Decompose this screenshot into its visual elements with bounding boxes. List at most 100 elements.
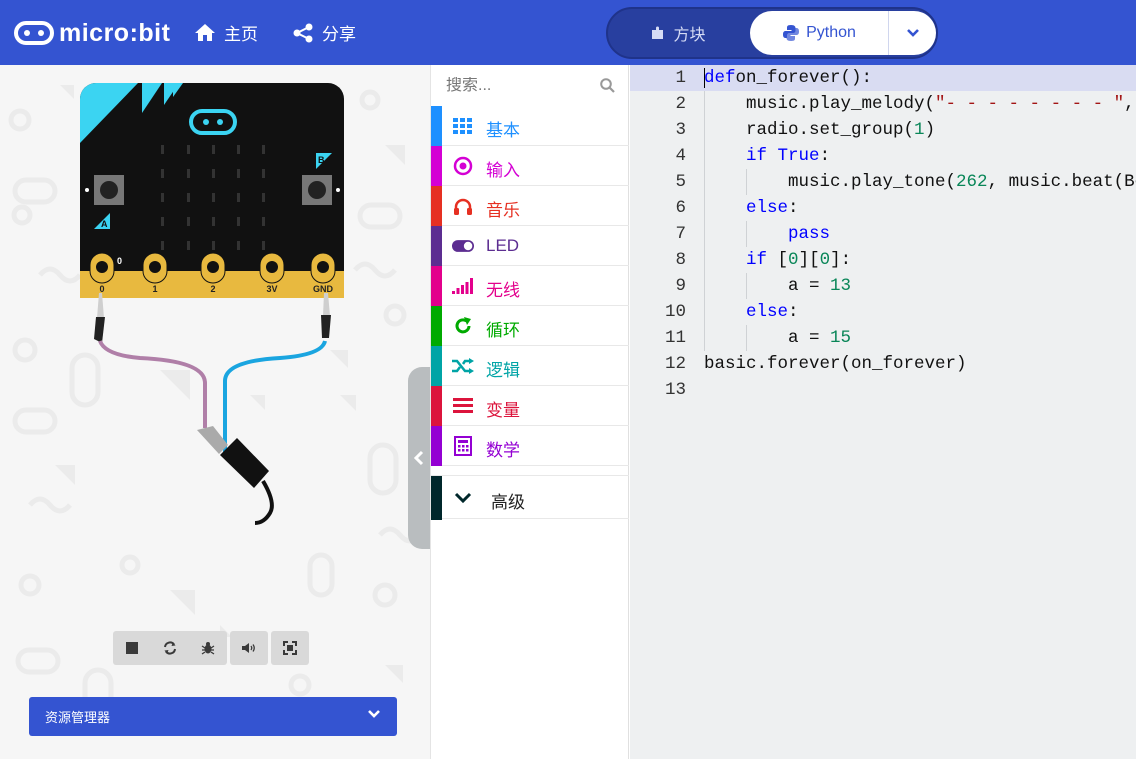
svg-text:0: 0 — [117, 256, 122, 266]
code-line[interactable]: 6 else: — [630, 195, 1136, 221]
code-text: a = 13 — [788, 276, 852, 296]
code-line[interactable]: 8 if [0][0]: — [630, 247, 1136, 273]
category-advanced[interactable]: 高级 — [431, 475, 629, 520]
code-line[interactable]: 12 basic.forever(on_forever) — [630, 351, 1136, 377]
category-color-bar — [431, 106, 442, 146]
code-line[interactable]: 9 a = 13 — [630, 273, 1136, 299]
code-text: else: — [746, 302, 799, 322]
calculator-icon — [452, 435, 474, 457]
category-color-bar — [431, 386, 442, 426]
mute-button[interactable] — [230, 631, 268, 665]
microbit-board: A B 0 1 2 3V GND 0 — [80, 83, 344, 525]
headphones-icon — [452, 195, 474, 217]
stop-button[interactable] — [113, 631, 151, 665]
category-radio[interactable]: 无线 — [431, 266, 629, 306]
svg-text:3V: 3V — [266, 284, 277, 294]
nav-share-button[interactable]: 分享 — [292, 20, 356, 45]
indent-guide — [704, 91, 705, 117]
home-icon — [195, 24, 215, 41]
code-text: if True: — [746, 146, 831, 166]
blocks-tab[interactable]: 方块 — [608, 9, 749, 57]
svg-text:0: 0 — [99, 284, 104, 294]
chevron-left-icon — [414, 450, 424, 466]
category-logic[interactable]: 逻辑 — [431, 346, 629, 386]
indent-guide — [704, 169, 705, 195]
category-loops-label: 循环 — [486, 321, 520, 340]
line-number: 9 — [675, 276, 686, 296]
code-text: music.play_tone(262, music.beat(Be — [788, 172, 1136, 192]
category-math[interactable]: 数学 — [431, 426, 629, 466]
indent-guide — [746, 221, 747, 247]
code-line[interactable]: 7 pass — [630, 221, 1136, 247]
category-radio-label: 无线 — [486, 281, 520, 300]
chevron-down-icon — [368, 710, 380, 718]
signal-icon — [452, 275, 474, 297]
category-basic[interactable]: 基本 — [431, 106, 629, 146]
category-input[interactable]: 输入 — [431, 146, 629, 186]
target-icon — [452, 155, 474, 177]
python-icon — [783, 25, 800, 41]
toolbox: 基本 输入 音乐 LED — [430, 65, 629, 759]
category-color-bar — [431, 146, 442, 186]
collapse-simulator-button[interactable] — [408, 367, 430, 549]
brand-logo[interactable]: micro:bit — [14, 16, 170, 50]
language-dropdown-button[interactable] — [888, 11, 936, 55]
restart-button[interactable] — [151, 631, 189, 665]
indent-guide — [704, 221, 705, 247]
shuffle-icon — [452, 355, 474, 377]
category-music-label: 音乐 — [486, 201, 520, 220]
explorer-button[interactable]: 资源管理器 — [29, 697, 397, 736]
simulator-view-group — [271, 631, 309, 665]
code-editor[interactable]: 1 defon_forever(): 2 music.play_melody("- … — [630, 65, 1136, 759]
debug-icon — [201, 642, 215, 655]
explorer-label: 资源管理器 — [45, 710, 111, 725]
code-line[interactable]: 11 a = 15 — [630, 325, 1136, 351]
category-color-bar — [431, 476, 442, 520]
editor-toggle: 方块 Python — [606, 7, 938, 59]
code-line[interactable]: 1 defon_forever(): — [630, 65, 1136, 91]
search-icon[interactable] — [600, 78, 615, 93]
code-line[interactable]: 10 else: — [630, 299, 1136, 325]
category-logic-label: 逻辑 — [486, 361, 520, 380]
line-number: 13 — [664, 380, 686, 400]
code-line[interactable]: 2 music.play_melody("- - - - - - - - ", — [630, 91, 1136, 117]
list-icon — [452, 395, 474, 417]
blocks-tab-label: 方块 — [673, 27, 706, 44]
category-music[interactable]: 音乐 — [431, 186, 629, 226]
code-line[interactable]: 4 if True: — [630, 143, 1136, 169]
category-input-label: 输入 — [486, 161, 520, 180]
code-text: pass — [788, 224, 831, 244]
nav-home-button[interactable]: 主页 — [194, 20, 258, 45]
code-line[interactable]: 5 music.play_tone(262, music.beat(Be — [630, 169, 1136, 195]
line-number: 7 — [675, 224, 686, 244]
python-tab[interactable]: Python — [750, 11, 888, 55]
category-variables[interactable]: 变量 — [431, 386, 629, 426]
simulator-control-group — [113, 631, 227, 665]
category-led[interactable]: LED — [431, 226, 629, 266]
category-loops[interactable]: 循环 — [431, 306, 629, 346]
line-number: 4 — [675, 146, 686, 166]
svg-text:1: 1 — [152, 284, 157, 294]
grid-icon — [452, 115, 474, 137]
indent-guide — [746, 169, 747, 195]
category-color-bar — [431, 226, 442, 266]
top-header: micro:bit 主页 分享 方块 Python — [0, 0, 1136, 65]
search-input[interactable] — [446, 76, 596, 95]
indent-guide — [704, 143, 705, 169]
code-line[interactable]: 13 — [630, 377, 1136, 403]
indent-guide — [704, 273, 705, 299]
toolbox-search — [431, 65, 629, 106]
category-variables-label: 变量 — [486, 401, 520, 420]
category-color-bar — [431, 346, 442, 386]
toggle-icon — [452, 235, 474, 257]
nav-share-label: 分享 — [322, 25, 356, 44]
debug-button[interactable] — [189, 631, 227, 665]
line-number: 10 — [664, 302, 686, 322]
code-line[interactable]: 3 radio.set_group(1) — [630, 117, 1136, 143]
text-cursor — [704, 68, 705, 88]
mute-icon — [242, 643, 255, 653]
fullscreen-button[interactable] — [271, 631, 309, 665]
code-text: a = 15 — [788, 328, 852, 348]
indent-guide — [704, 247, 705, 273]
line-number: 8 — [675, 250, 686, 270]
